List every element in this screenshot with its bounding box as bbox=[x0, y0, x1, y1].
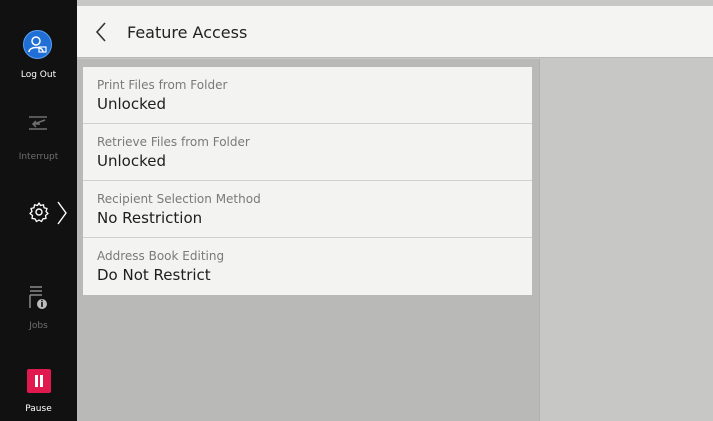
left-sidebar: Log Out Interrupt Jobs Pause bbox=[0, 0, 77, 421]
gear-icon bbox=[29, 202, 49, 223]
list-item-label: Retrieve Files from Folder bbox=[97, 135, 250, 149]
jobs-icon bbox=[29, 286, 47, 309]
list-item-label: Recipient Selection Method bbox=[97, 192, 261, 206]
logout-label: Log Out bbox=[20, 70, 57, 80]
page-header: Feature Access bbox=[77, 6, 713, 58]
list-item-label: Address Book Editing bbox=[97, 249, 225, 263]
main-panel: Feature Access Print Files from Folder U… bbox=[77, 0, 713, 421]
pause-label: Pause bbox=[25, 404, 52, 414]
back-chevron-icon[interactable] bbox=[94, 21, 108, 43]
panel-divider bbox=[539, 59, 540, 421]
page-title: Feature Access bbox=[127, 23, 248, 42]
list-item-recipient-selection-method[interactable]: Recipient Selection Method No Restrictio… bbox=[83, 181, 532, 238]
list-item-value: Unlocked bbox=[97, 152, 166, 170]
list-item-value: No Restriction bbox=[97, 209, 203, 227]
list-item-address-book-editing[interactable]: Address Book Editing Do Not Restrict bbox=[83, 238, 532, 295]
list-item-print-files-from-folder[interactable]: Print Files from Folder Unlocked bbox=[83, 67, 532, 124]
pause-icon[interactable] bbox=[27, 369, 51, 393]
list-item-value: Unlocked bbox=[97, 95, 166, 113]
chevron-right-icon bbox=[57, 201, 67, 225]
list-item-value: Do Not Restrict bbox=[97, 266, 211, 284]
jobs-label: Jobs bbox=[29, 321, 48, 331]
interrupt-label: Interrupt bbox=[18, 152, 59, 162]
user-logout-icon[interactable] bbox=[23, 30, 52, 59]
feature-access-list: Print Files from Folder Unlocked Retriev… bbox=[83, 67, 532, 295]
list-item-label: Print Files from Folder bbox=[97, 78, 228, 92]
device-settings-button[interactable] bbox=[0, 198, 77, 232]
interrupt-icon bbox=[29, 116, 47, 130]
list-item-retrieve-files-from-folder[interactable]: Retrieve Files from Folder Unlocked bbox=[83, 124, 532, 181]
